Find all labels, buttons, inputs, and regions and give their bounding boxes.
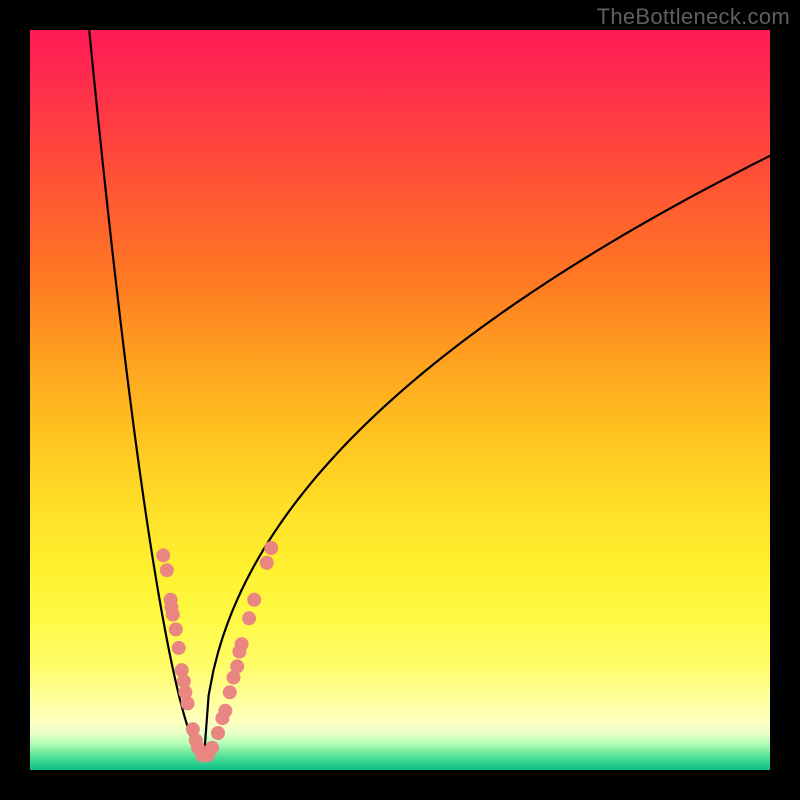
data-marker — [166, 608, 180, 622]
bottleneck-curve — [30, 30, 770, 770]
data-marker — [172, 641, 186, 655]
data-marker — [169, 622, 183, 636]
curve-path — [89, 30, 770, 759]
data-marker — [242, 611, 256, 625]
data-marker — [235, 637, 249, 651]
data-marker — [181, 696, 195, 710]
data-marker — [156, 548, 170, 562]
data-marker — [223, 685, 237, 699]
watermark-text: TheBottleneck.com — [597, 4, 790, 30]
data-marker — [260, 556, 274, 570]
data-marker — [247, 593, 261, 607]
plot-area — [30, 30, 770, 770]
data-marker — [218, 704, 232, 718]
data-marker — [211, 726, 225, 740]
data-marker — [264, 541, 278, 555]
data-marker — [230, 659, 244, 673]
chart-frame: TheBottleneck.com — [0, 0, 800, 800]
data-marker — [160, 563, 174, 577]
data-marker — [205, 741, 219, 755]
